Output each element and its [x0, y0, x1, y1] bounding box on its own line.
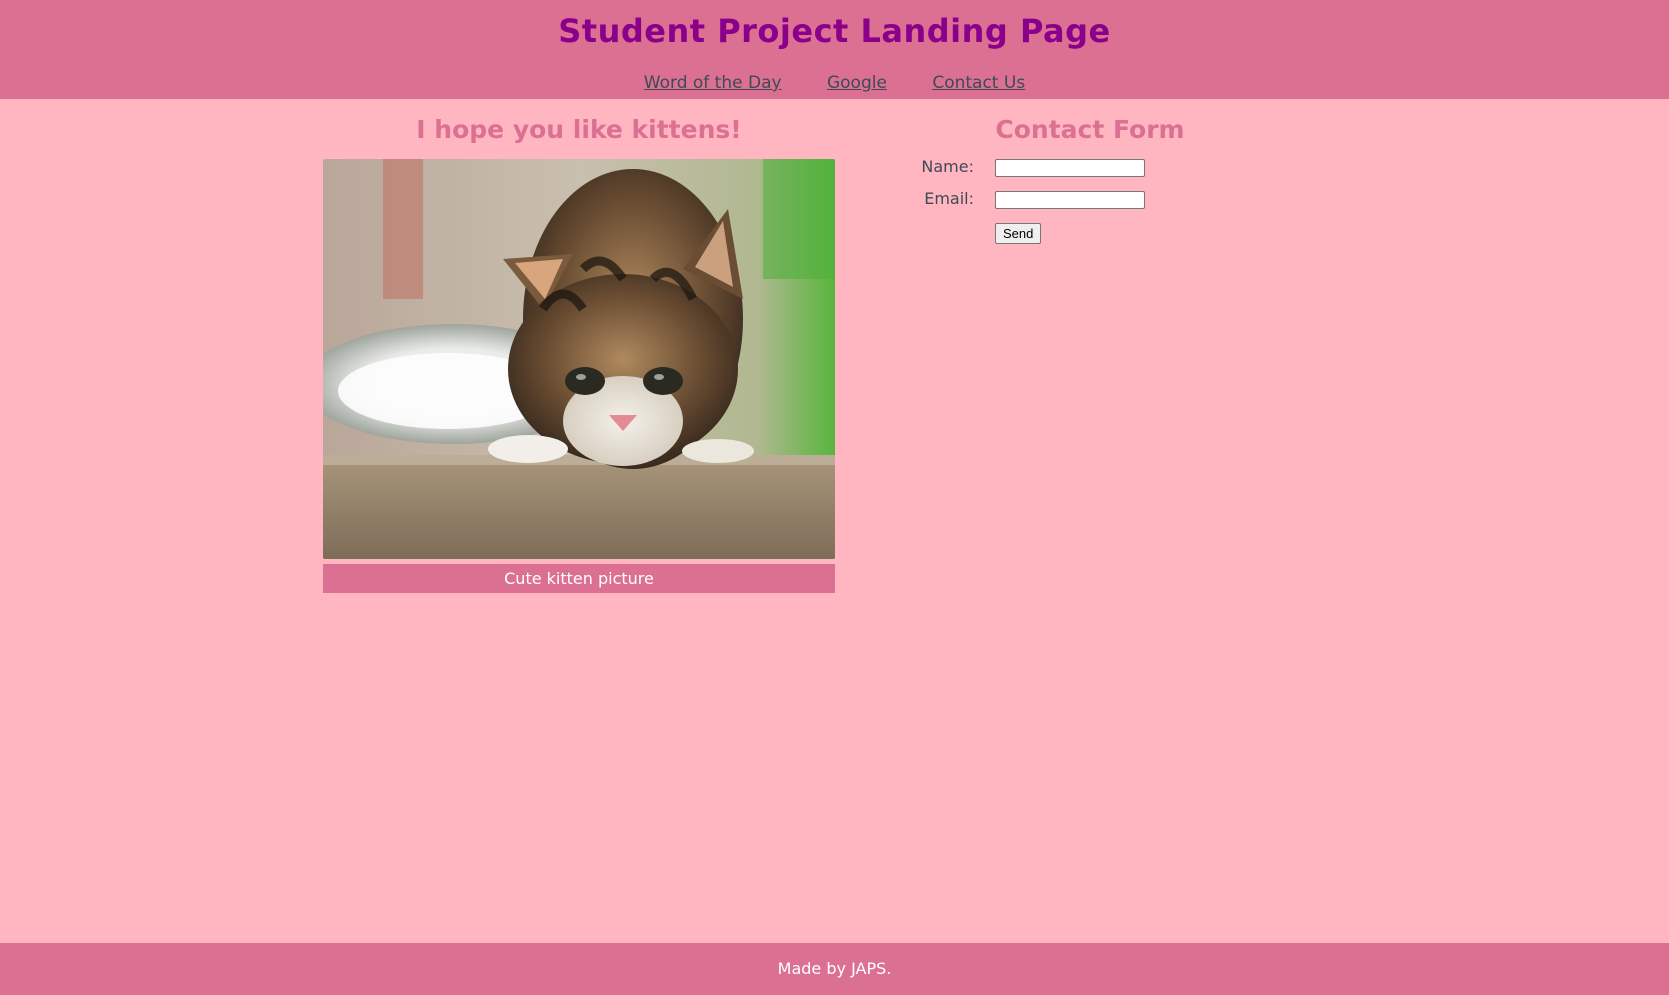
nav-link-word-of-the-day[interactable]: Word of the Day — [644, 73, 782, 93]
page: Student Project Landing Page Word of the… — [0, 0, 1669, 995]
email-row: Email: — [900, 183, 1280, 215]
contact-section: Contact Form Name: Email: Send — [900, 99, 1280, 247]
kitten-section: I hope you like kittens! Cute kitten pic… — [323, 99, 835, 593]
kitten-caption: Cute kitten picture — [323, 564, 835, 593]
kitten-image — [323, 159, 835, 559]
name-row: Name: — [900, 151, 1280, 183]
contact-heading: Contact Form — [995, 115, 1185, 144]
send-row: Send — [900, 215, 1280, 247]
site-footer: Made by JAPS. — [0, 943, 1669, 995]
footer-text: Made by JAPS. — [777, 959, 892, 978]
contact-form: Name: Email: Send — [900, 151, 1280, 247]
send-button[interactable]: Send — [995, 223, 1042, 244]
name-label: Name: — [921, 157, 974, 176]
nav-link-google[interactable]: Google — [827, 73, 887, 93]
main-nav: Word of the Day Google Contact Us — [0, 73, 1669, 93]
site-title: Student Project Landing Page — [558, 12, 1111, 50]
name-field[interactable] — [995, 159, 1145, 177]
nav-link-contact-us[interactable]: Contact Us — [932, 73, 1025, 93]
kitten-photo — [323, 159, 835, 559]
email-field[interactable] — [995, 191, 1145, 209]
email-label: Email: — [924, 189, 974, 208]
site-header: Student Project Landing Page Word of the… — [0, 0, 1669, 99]
kitten-heading: I hope you like kittens! — [416, 115, 742, 144]
